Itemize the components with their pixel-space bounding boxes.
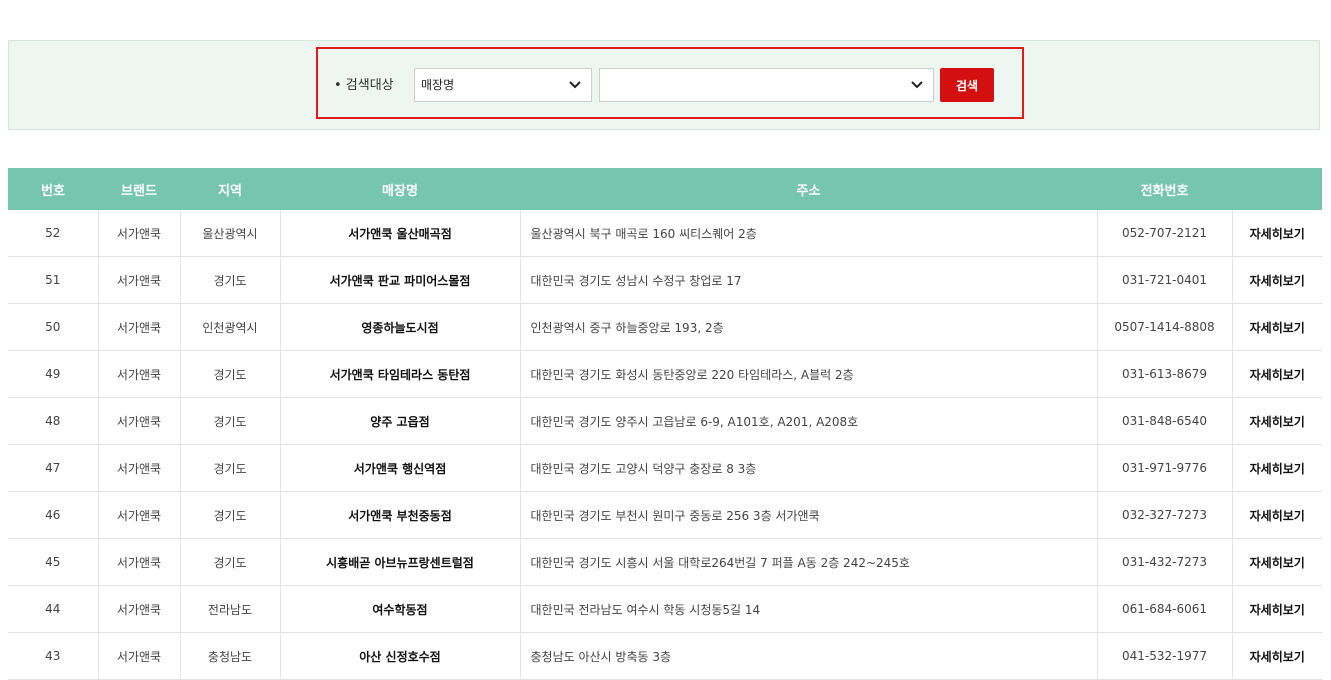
header-detail xyxy=(1232,168,1322,210)
search-target-value: 매장명 xyxy=(421,78,455,92)
cell-number: 50 xyxy=(8,303,98,351)
cell-phone: 031-613-8679 xyxy=(1096,350,1232,398)
store-table: 번호 브랜드 지역 매장명 주소 전화번호 52 서가앤쿡 울산광역시 서가앤쿡 울산… xyxy=(8,168,1322,680)
cell-phone: 061-684-6061 xyxy=(1096,585,1232,633)
cell-phone: 031-432-7273 xyxy=(1096,538,1232,586)
cell-store-name: 서가앤쿡 판교 파미어스몰점 xyxy=(279,256,520,304)
table-row: 51 서가앤쿡 경기도 서가앤쿡 판교 파미어스몰점 대한민국 경기도 성남시 수정구 … xyxy=(8,256,1322,304)
header-region: 지역 xyxy=(180,168,280,210)
cell-region: 경기도 xyxy=(179,397,280,445)
cell-brand: 서가앤쿡 xyxy=(97,444,180,492)
cell-number: 43 xyxy=(8,632,98,680)
cell-number: 45 xyxy=(8,538,98,586)
cell-address: 대한민국 경기도 시흥시 서울 대학로264번길 7 퍼플 A동 2층 242~… xyxy=(519,538,1097,586)
cell-phone: 031-848-6540 xyxy=(1096,397,1232,445)
table-row: 46 서가앤쿡 경기도 서가앤쿡 부천중동점 대한민국 경기도 부천시 원미구 중동로 … xyxy=(8,491,1322,539)
table-row: 43 서가앤쿡 충청남도 아산 신정호수점 충청남도 아산시 방축동 3층 041-532… xyxy=(8,632,1322,680)
detail-link[interactable]: 자세히보기 xyxy=(1231,585,1322,633)
table-header-row: 번호 브랜드 지역 매장명 주소 전화번호 xyxy=(8,168,1322,210)
cell-brand: 서가앤쿡 xyxy=(97,256,180,304)
header-store-name: 매장명 xyxy=(280,168,520,210)
cell-store-name: 서가앤쿡 행신역점 xyxy=(279,444,520,492)
cell-brand: 서가앤쿡 xyxy=(97,210,180,257)
table-body: 52 서가앤쿡 울산광역시 서가앤쿡 울산매곡점 울산광역시 북구 매곡로 160 씨티… xyxy=(8,210,1322,680)
cell-brand: 서가앤쿡 xyxy=(97,350,180,398)
search-button[interactable]: 검색 xyxy=(940,68,994,102)
cell-region: 울산광역시 xyxy=(179,210,280,257)
table-row: 47 서가앤쿡 경기도 서가앤쿡 행신역점 대한민국 경기도 고양시 덕양구 충장로 8… xyxy=(8,444,1322,492)
cell-region: 경기도 xyxy=(179,444,280,492)
detail-link[interactable]: 자세히보기 xyxy=(1231,303,1322,351)
cell-brand: 서가앤쿡 xyxy=(97,397,180,445)
search-target-label: • 검색대상 xyxy=(334,78,394,93)
cell-region: 경기도 xyxy=(179,256,280,304)
cell-address: 대한민국 경기도 성남시 수정구 창업로 17 xyxy=(519,256,1097,304)
detail-link[interactable]: 자세히보기 xyxy=(1231,397,1322,445)
cell-store-name: 시흥배곧 아브뉴프랑센트럴점 xyxy=(279,538,520,586)
search-value-select[interactable] xyxy=(599,68,934,102)
cell-address: 충청남도 아산시 방축동 3층 xyxy=(519,632,1097,680)
detail-link[interactable]: 자세히보기 xyxy=(1231,538,1322,586)
detail-link[interactable]: 자세히보기 xyxy=(1231,210,1322,257)
cell-number: 49 xyxy=(8,350,98,398)
cell-region: 충청남도 xyxy=(179,632,280,680)
cell-phone: 0507-1414-8808 xyxy=(1096,303,1232,351)
cell-number: 48 xyxy=(8,397,98,445)
cell-address: 대한민국 경기도 부천시 원미구 중동로 256 3층 서가앤쿡 xyxy=(519,491,1097,539)
cell-phone: 031-721-0401 xyxy=(1096,256,1232,304)
cell-store-name: 영종하늘도시점 xyxy=(279,303,520,351)
table-row: 50 서가앤쿡 인천광역시 영종하늘도시점 인천광역시 중구 하늘중앙로 193, 2층… xyxy=(8,303,1322,351)
table-row: 48 서가앤쿡 경기도 양주 고읍점 대한민국 경기도 양주시 고읍남로 6-9, A1… xyxy=(8,397,1322,445)
table-row: 44 서가앤쿡 전라남도 여수학동점 대한민국 전라남도 여수시 학동 시청동5길 14… xyxy=(8,585,1322,633)
cell-region: 전라남도 xyxy=(179,585,280,633)
cell-brand: 서가앤쿡 xyxy=(97,585,180,633)
cell-region: 경기도 xyxy=(179,491,280,539)
cell-phone: 031-971-9776 xyxy=(1096,444,1232,492)
cell-store-name: 아산 신정호수점 xyxy=(279,632,520,680)
header-brand: 브랜드 xyxy=(98,168,180,210)
cell-region: 경기도 xyxy=(179,350,280,398)
cell-number: 46 xyxy=(8,491,98,539)
cell-address: 대한민국 경기도 고양시 덕양구 충장로 8 3층 xyxy=(519,444,1097,492)
cell-store-name: 서가앤쿡 부천중동점 xyxy=(279,491,520,539)
detail-link[interactable]: 자세히보기 xyxy=(1231,632,1322,680)
cell-region: 경기도 xyxy=(179,538,280,586)
table-row: 45 서가앤쿡 경기도 시흥배곧 아브뉴프랑센트럴점 대한민국 경기도 시흥시 서울 대… xyxy=(8,538,1322,586)
cell-address: 인천광역시 중구 하늘중앙로 193, 2층 xyxy=(519,303,1097,351)
cell-store-name: 양주 고읍점 xyxy=(279,397,520,445)
cell-phone: 032-327-7273 xyxy=(1096,491,1232,539)
cell-address: 대한민국 전라남도 여수시 학동 시청동5길 14 xyxy=(519,585,1097,633)
cell-brand: 서가앤쿡 xyxy=(97,632,180,680)
cell-number: 52 xyxy=(8,210,98,257)
cell-address: 대한민국 경기도 양주시 고읍남로 6-9, A101호, A201, A208… xyxy=(519,397,1097,445)
search-target-select[interactable]: 매장명 xyxy=(414,68,592,102)
cell-phone: 052-707-2121 xyxy=(1096,210,1232,257)
cell-address: 울산광역시 북구 매곡로 160 씨티스퀘어 2층 xyxy=(519,210,1097,257)
detail-link[interactable]: 자세히보기 xyxy=(1231,256,1322,304)
header-number: 번호 xyxy=(8,168,98,210)
cell-brand: 서가앤쿡 xyxy=(97,491,180,539)
cell-address: 대한민국 경기도 화성시 동탄중앙로 220 타임테라스, A블럭 2층 xyxy=(519,350,1097,398)
cell-number: 44 xyxy=(8,585,98,633)
table-row: 49 서가앤쿡 경기도 서가앤쿡 타임테라스 동탄점 대한민국 경기도 화성시 동탄중앙… xyxy=(8,350,1322,398)
cell-number: 51 xyxy=(8,256,98,304)
cell-brand: 서가앤쿡 xyxy=(97,303,180,351)
cell-store-name: 서가앤쿡 타임테라스 동탄점 xyxy=(279,350,520,398)
cell-phone: 041-532-1977 xyxy=(1096,632,1232,680)
chevron-down-icon xyxy=(911,81,923,89)
header-phone: 전화번호 xyxy=(1097,168,1232,210)
chevron-down-icon xyxy=(569,81,581,89)
table-row: 52 서가앤쿡 울산광역시 서가앤쿡 울산매곡점 울산광역시 북구 매곡로 160 씨티… xyxy=(8,210,1322,257)
detail-link[interactable]: 자세히보기 xyxy=(1231,444,1322,492)
header-address: 주소 xyxy=(520,168,1097,210)
cell-brand: 서가앤쿡 xyxy=(97,538,180,586)
detail-link[interactable]: 자세히보기 xyxy=(1231,350,1322,398)
cell-region: 인천광역시 xyxy=(179,303,280,351)
cell-store-name: 여수학동점 xyxy=(279,585,520,633)
detail-link[interactable]: 자세히보기 xyxy=(1231,491,1322,539)
cell-store-name: 서가앤쿡 울산매곡점 xyxy=(279,210,520,257)
cell-number: 47 xyxy=(8,444,98,492)
